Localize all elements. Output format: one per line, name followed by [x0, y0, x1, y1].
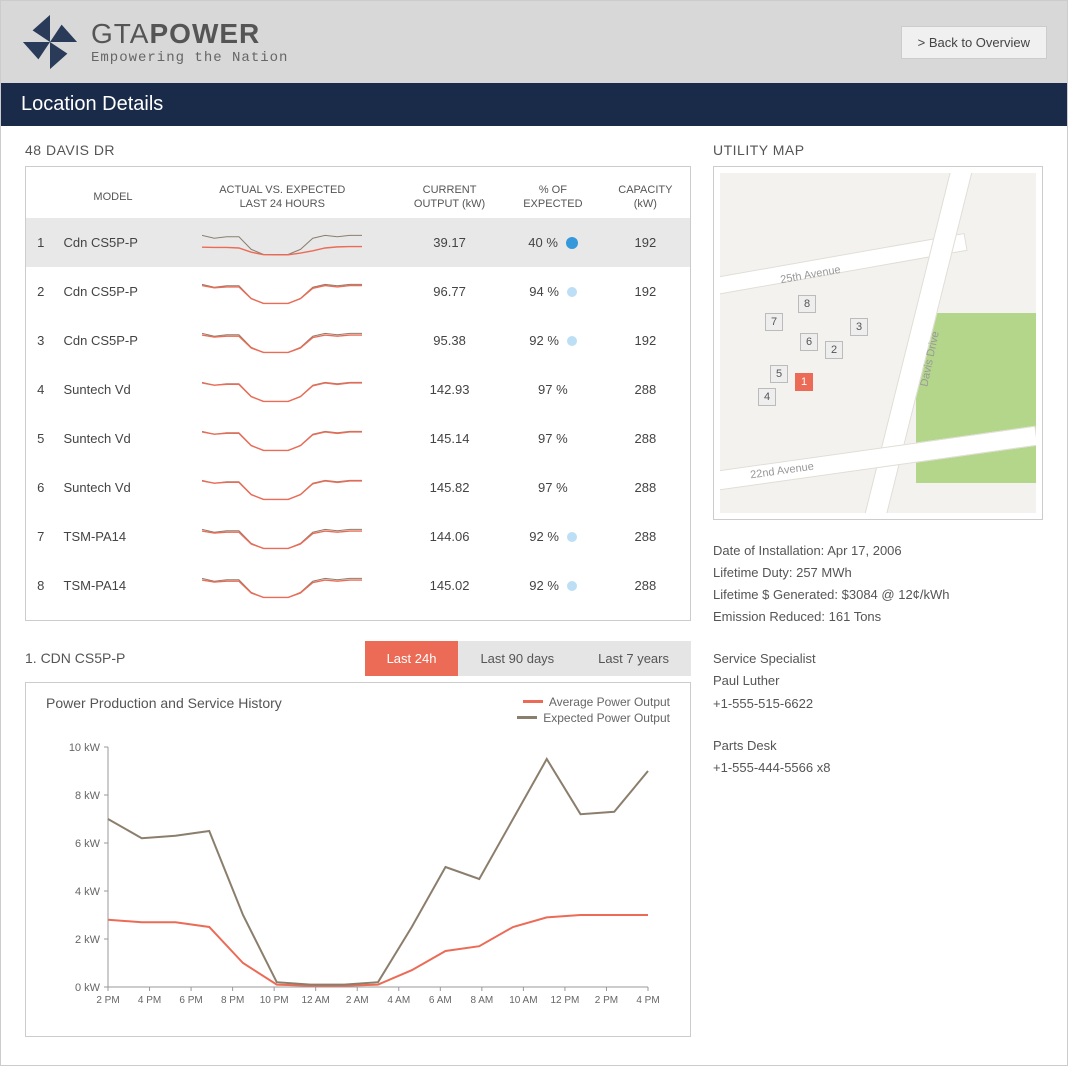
location-heading: 48 DAVIS DR — [25, 142, 691, 158]
table-row[interactable]: 3Cdn CS5P-P 95.3892 % 192 — [26, 316, 690, 365]
svg-text:4 PM: 4 PM — [138, 995, 161, 1006]
map-marker[interactable]: 7 — [765, 313, 783, 331]
svg-text:4 kW: 4 kW — [75, 886, 101, 898]
utility-map[interactable]: 25th Avenue Davis Drive 22nd Avenue 1234… — [713, 166, 1043, 520]
svg-text:8 kW: 8 kW — [75, 790, 101, 802]
table-row[interactable]: 1Cdn CS5P-P 39.1740 % 192 — [26, 218, 690, 267]
svg-text:2 kW: 2 kW — [75, 934, 101, 946]
svg-text:12 PM: 12 PM — [550, 995, 579, 1006]
svg-text:8 PM: 8 PM — [221, 995, 244, 1006]
col-model: MODEL — [56, 177, 171, 218]
svg-text:2 PM: 2 PM — [595, 995, 618, 1006]
map-marker[interactable]: 5 — [770, 365, 788, 383]
svg-text:8 AM: 8 AM — [470, 995, 493, 1006]
svg-text:12 AM: 12 AM — [302, 995, 330, 1006]
map-heading: UTILITY MAP — [713, 142, 1043, 158]
table-row[interactable]: 7TSM-PA14 144.0692 % 288 — [26, 512, 690, 561]
svg-text:10 PM: 10 PM — [260, 995, 289, 1006]
table-row[interactable]: 4Suntech Vd 142.9397 % 288 — [26, 365, 690, 414]
time-range-button[interactable]: Last 7 years — [576, 641, 691, 676]
col-actual: ACTUAL VS. EXPECTED LAST 24 HOURS — [170, 177, 394, 218]
svg-text:10 AM: 10 AM — [509, 995, 537, 1006]
col-pct: % OF EXPECTED — [505, 177, 601, 218]
panels-table: MODEL ACTUAL VS. EXPECTED LAST 24 HOURS … — [25, 166, 691, 621]
table-row[interactable]: 2Cdn CS5P-P 96.7794 % 192 — [26, 267, 690, 316]
svg-text:10 kW: 10 kW — [69, 742, 101, 754]
logo-title: GTAPOWER — [91, 18, 288, 50]
table-row[interactable]: 8TSM-PA14 145.0292 % 288 — [26, 561, 690, 610]
col-capacity: CAPACITY (kW) — [601, 177, 690, 218]
logo: GTAPOWER Empowering the Nation — [21, 13, 288, 71]
detail-title: 1. CDN CS5P-P — [25, 650, 125, 666]
chart-title: Power Production and Service History — [46, 695, 282, 727]
map-marker[interactable]: 6 — [800, 333, 818, 351]
pinwheel-icon — [21, 13, 79, 71]
page-title: Location Details — [1, 83, 1067, 126]
chart-container: Power Production and Service History Ave… — [25, 682, 691, 1037]
map-marker[interactable]: 4 — [758, 388, 776, 406]
svg-text:2 AM: 2 AM — [346, 995, 369, 1006]
svg-text:6 kW: 6 kW — [75, 838, 101, 850]
map-marker[interactable]: 3 — [850, 318, 868, 336]
back-to-overview-button[interactable]: > Back to Overview — [901, 26, 1047, 59]
svg-text:4 PM: 4 PM — [636, 995, 659, 1006]
time-range-buttons: Last 24hLast 90 daysLast 7 years — [365, 641, 691, 676]
info-block: Date of Installation: Apr 17, 2006 Lifet… — [713, 540, 1043, 779]
logo-subtitle: Empowering the Nation — [91, 50, 288, 66]
table-row[interactable]: 5Suntech Vd 145.1497 % 288 — [26, 414, 690, 463]
svg-text:2 PM: 2 PM — [96, 995, 119, 1006]
svg-text:6 PM: 6 PM — [179, 995, 202, 1006]
power-chart: 0 kW 2 kW 4 kW 6 kW 8 kW 10 kW 2 PM 4 PM 6 PM 8 P… — [46, 737, 670, 1017]
svg-text:4 AM: 4 AM — [387, 995, 410, 1006]
svg-text:6 AM: 6 AM — [429, 995, 452, 1006]
header: GTAPOWER Empowering the Nation > Back to… — [1, 1, 1067, 83]
chart-legend: Average Power Output Expected Power Outp… — [517, 695, 670, 727]
col-output: CURRENT OUTPUT (kW) — [394, 177, 505, 218]
svg-text:0 kW: 0 kW — [75, 982, 101, 994]
map-marker[interactable]: 2 — [825, 341, 843, 359]
time-range-button[interactable]: Last 24h — [365, 641, 459, 676]
map-marker[interactable]: 8 — [798, 295, 816, 313]
table-row[interactable]: 6Suntech Vd 145.8297 % 288 — [26, 463, 690, 512]
time-range-button[interactable]: Last 90 days — [458, 641, 576, 676]
map-marker[interactable]: 1 — [795, 373, 813, 391]
